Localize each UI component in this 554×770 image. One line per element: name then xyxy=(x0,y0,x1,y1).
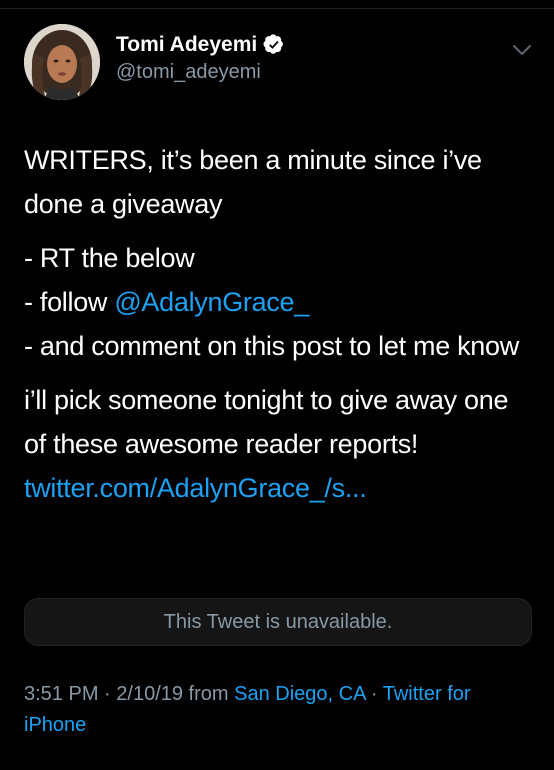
top-divider xyxy=(0,8,554,9)
tweet-list-item: - follow @AdalynGrace_ xyxy=(24,280,534,324)
tweet-paragraph-text: i’ll pick someone tonight to give away o… xyxy=(24,385,509,459)
location-link[interactable]: San Diego, CA xyxy=(234,683,365,705)
quoted-tweet-card[interactable]: This Tweet is unavailable. xyxy=(24,598,532,646)
meta-separator: · xyxy=(365,683,383,705)
tweet-time[interactable]: 3:51 PM xyxy=(24,683,98,705)
tweet-metadata: 3:51 PM · 2/10/19 from San Diego, CA · T… xyxy=(24,679,534,741)
chevron-down-icon[interactable] xyxy=(510,40,534,60)
author-name-row[interactable]: Tomi Adeyemi xyxy=(116,33,285,57)
meta-from: from xyxy=(183,683,235,705)
avatar[interactable] xyxy=(24,24,100,100)
meta-separator: · xyxy=(98,683,117,705)
quoted-tweet-unavailable-text: This Tweet is unavailable. xyxy=(163,610,393,633)
tweet-url-link[interactable]: twitter.com/AdalynGrace_/s... xyxy=(24,466,534,510)
tweet-list: - RT the below - follow @AdalynGrace_ - … xyxy=(24,236,534,368)
mention-link[interactable]: @AdalynGrace_ xyxy=(114,287,309,317)
tweet-paragraph: WRITERS, it’s been a minute since i’ve d… xyxy=(24,145,482,219)
tweet-list-item-text: - follow xyxy=(24,287,115,317)
tweet-text: WRITERS, it’s been a minute since i’ve d… xyxy=(24,138,534,520)
tweet-paragraph: i’ll pick someone tonight to give away o… xyxy=(24,378,534,510)
tweet-list-item: - RT the below xyxy=(24,243,195,273)
author-name[interactable]: Tomi Adeyemi xyxy=(116,33,257,57)
author-handle[interactable]: @tomi_adeyemi xyxy=(116,61,261,84)
tweet-date[interactable]: 2/10/19 xyxy=(116,683,183,705)
tweet-list-item: - and comment on this post to let me kno… xyxy=(24,331,519,361)
verified-badge-icon xyxy=(263,34,285,56)
